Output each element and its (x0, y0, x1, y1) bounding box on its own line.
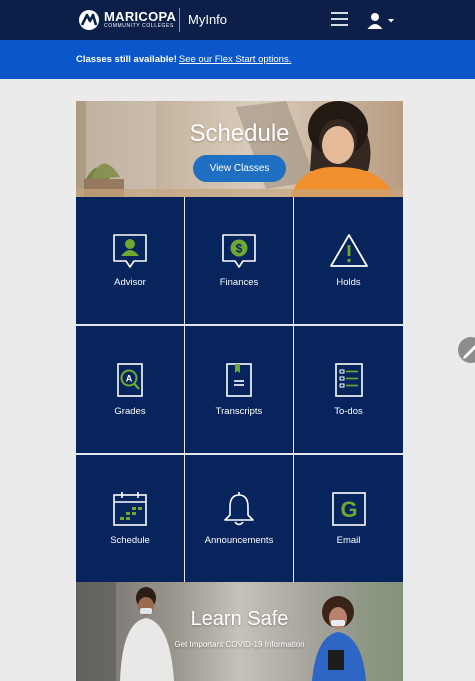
schedule-icon (113, 492, 147, 526)
tile-announcements[interactable]: Announcements (185, 455, 293, 582)
tile-label: Transcripts (215, 406, 263, 417)
logo-wordmark[interactable]: MARICOPA COMMUNITY COLLEGES (104, 10, 176, 30)
learn-safe-title: Learn Safe (190, 608, 289, 630)
learn-safe-photo (76, 582, 403, 681)
tile-schedule[interactable]: Schedule (76, 455, 184, 582)
hero-title: Schedule (189, 120, 290, 147)
tile-email[interactable]: G Email (294, 455, 403, 582)
logo-name: MARICOPA (104, 9, 177, 24)
svg-text:G: G (340, 497, 357, 522)
tile-label: Grades (114, 406, 146, 417)
header-divider (179, 8, 180, 32)
tile-advisor[interactable]: Advisor (76, 197, 184, 324)
app-name: MyInfo (188, 12, 228, 27)
pencil-icon (463, 345, 475, 359)
transcripts-icon (226, 363, 252, 397)
floating-edit-button[interactable] (458, 337, 475, 363)
user-menu-button[interactable] (367, 12, 397, 29)
schedule-hero-banner: Schedule View Classes (76, 101, 403, 197)
user-icon (367, 13, 383, 29)
finances-icon: $ (222, 234, 256, 268)
tile-label: Announcements (204, 535, 274, 546)
grades-icon: A (117, 363, 143, 397)
hamburger-icon-bar (331, 24, 348, 26)
flex-start-link[interactable]: See our Flex Start options. (179, 54, 291, 65)
hamburger-icon-bar (331, 18, 348, 20)
tile-transcripts[interactable]: Transcripts (185, 326, 293, 453)
tile-label: Email (336, 535, 361, 546)
tile-grades[interactable]: A Grades (76, 326, 184, 453)
email-icon: G (331, 492, 366, 526)
advisor-icon (113, 234, 147, 268)
top-navigation-bar: MARICOPA COMMUNITY COLLEGES MyInfo (0, 0, 475, 40)
chevron-down-icon (388, 19, 394, 23)
tile-grid: Advisor $ Finances Holds A Grades Transc… (76, 197, 403, 582)
tile-label: Schedule (110, 535, 150, 546)
tile-label: Advisor (114, 277, 146, 288)
tile-finances[interactable]: $ Finances (185, 197, 293, 324)
hamburger-icon-bar (331, 12, 348, 14)
announcement-banner: Classes still available! See our Flex St… (0, 40, 475, 79)
tile-todos[interactable]: To-dos (294, 326, 403, 453)
bell-icon (224, 492, 254, 526)
logo-subtitle: COMMUNITY COLLEGES (104, 23, 174, 29)
maricopa-logo-icon[interactable] (78, 9, 100, 31)
learn-safe-banner[interactable]: Learn Safe Get Important COVID-19 Inform… (76, 582, 403, 681)
learn-safe-subtitle: Get Important COVID-19 Information (174, 640, 305, 649)
holds-icon (329, 234, 368, 267)
hero-photo (76, 101, 403, 197)
tile-label: Holds (336, 277, 361, 288)
todos-icon (334, 363, 363, 397)
tile-label: Finances (219, 277, 259, 288)
svg-text:$: $ (236, 242, 243, 256)
svg-text:A: A (126, 374, 133, 384)
view-classes-button[interactable]: View Classes (193, 155, 286, 182)
notice-bold-text: Classes still available! (76, 54, 177, 65)
hamburger-menu-button[interactable] (331, 12, 348, 28)
tile-holds[interactable]: Holds (294, 197, 403, 324)
tile-label: To-dos (334, 406, 363, 417)
